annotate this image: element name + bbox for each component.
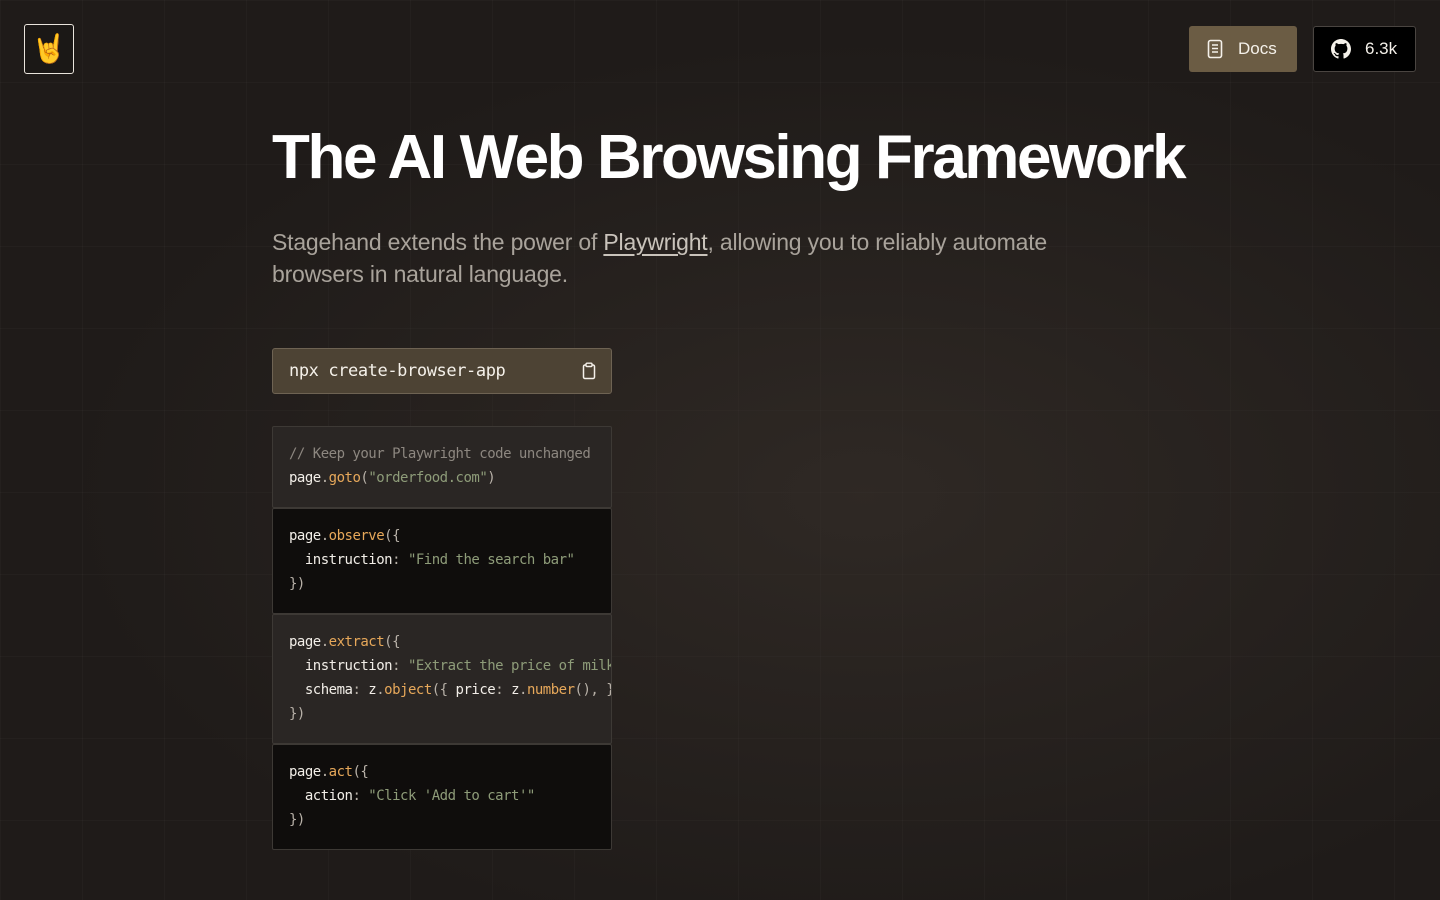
code-line: }) <box>289 572 595 596</box>
github-icon <box>1331 39 1351 59</box>
code-line: instruction: "Extract the price of milk"… <box>289 654 611 678</box>
install-command: npx create-browser-app <box>289 361 506 381</box>
code-block: page.observe({ instruction: "Find the se… <box>272 508 612 614</box>
code-token: goto <box>328 470 361 486</box>
code-line: page.goto("orderfood.com") <box>289 466 595 490</box>
code-token: : <box>352 788 369 804</box>
code-token: (), }), <box>574 682 611 698</box>
code-examples: // Keep your Playwright code unchanged pa… <box>272 426 612 850</box>
code-token: z <box>511 682 519 698</box>
code-token: ({ <box>384 634 401 650</box>
code-token: . <box>320 528 329 544</box>
hero: The AI Web Browsing Framework Stagehand … <box>272 122 1187 290</box>
code-line: // Keep your Playwright code unchanged <box>289 442 595 466</box>
code-token: "Find the search bar" <box>407 552 575 568</box>
code-token: page <box>289 528 321 544</box>
github-stars-button[interactable]: 6.3k <box>1313 26 1416 72</box>
install-command-box[interactable]: npx create-browser-app <box>272 348 612 394</box>
code-block: page.act({ action: "Click 'Add to cart'"… <box>272 744 612 850</box>
code-token: page <box>289 634 321 650</box>
code-token: . <box>376 682 385 698</box>
github-stars-count: 6.3k <box>1365 39 1398 58</box>
code-line: action: "Click 'Add to cart'" <box>289 784 595 808</box>
code-line: }) <box>289 702 595 726</box>
code-token: action <box>289 788 353 804</box>
code-line: page.act({ <box>289 760 595 784</box>
code-token: "Extract the price of milk" <box>407 658 612 674</box>
code-token: extract <box>328 634 385 650</box>
code-token: : <box>392 658 408 674</box>
code-line: page.extract({ <box>289 630 595 654</box>
code-token: // Keep your Playwright code unchanged <box>289 446 591 462</box>
code-token: . <box>320 634 329 650</box>
book-icon <box>1207 39 1223 59</box>
code-token: page <box>289 764 321 780</box>
code-token: object <box>384 682 432 698</box>
code-block: // Keep your Playwright code unchanged pa… <box>272 426 612 508</box>
code-line: page.observe({ <box>289 524 595 548</box>
playwright-link[interactable]: Playwright <box>603 229 707 255</box>
code-line: schema: z.object({ price: z.number(), })… <box>289 678 611 702</box>
code-token: price <box>455 682 496 698</box>
logo[interactable]: 🤘 <box>24 24 74 74</box>
code-token: ({ <box>352 764 369 780</box>
code-token: : <box>392 552 408 568</box>
code-token: . <box>320 764 329 780</box>
code-token: "Click 'Add to cart'" <box>368 788 535 804</box>
code-line: instruction: "Find the search bar" <box>289 548 595 572</box>
code-token: number <box>526 682 575 698</box>
page-title: The AI Web Browsing Framework <box>272 123 1187 192</box>
code-line: }) <box>289 808 595 832</box>
code-token: observe <box>328 528 385 544</box>
rock-hand-icon: 🤘 <box>31 33 67 64</box>
code-token: instruction <box>289 658 393 674</box>
code-token: "orderfood.com" <box>368 470 488 486</box>
code-token: }) <box>289 812 305 828</box>
code-token: ({ <box>384 528 401 544</box>
code-token: : <box>352 682 369 698</box>
code-token: instruction <box>289 552 393 568</box>
code-token: . <box>320 470 329 486</box>
code-token: ) <box>487 470 496 486</box>
code-token: page <box>289 470 321 486</box>
clipboard-icon[interactable] <box>581 362 597 380</box>
code-token: }) <box>289 576 305 592</box>
top-nav: Docs 6.3k <box>1189 26 1416 72</box>
hero-subtitle: Stagehand extends the power of Playwrigh… <box>272 226 1092 290</box>
code-token: ({ <box>431 682 456 698</box>
docs-label: Docs <box>1238 39 1277 58</box>
code-token: }) <box>289 706 305 722</box>
subtitle-text-before: Stagehand extends the power of <box>272 229 604 255</box>
code-token: act <box>328 764 353 780</box>
code-token: . <box>519 682 527 698</box>
docs-button[interactable]: Docs <box>1189 26 1297 72</box>
code-token: : <box>495 682 512 698</box>
code-token: schema <box>289 682 353 698</box>
code-block: page.extract({ instruction: "Extract the… <box>272 614 612 744</box>
